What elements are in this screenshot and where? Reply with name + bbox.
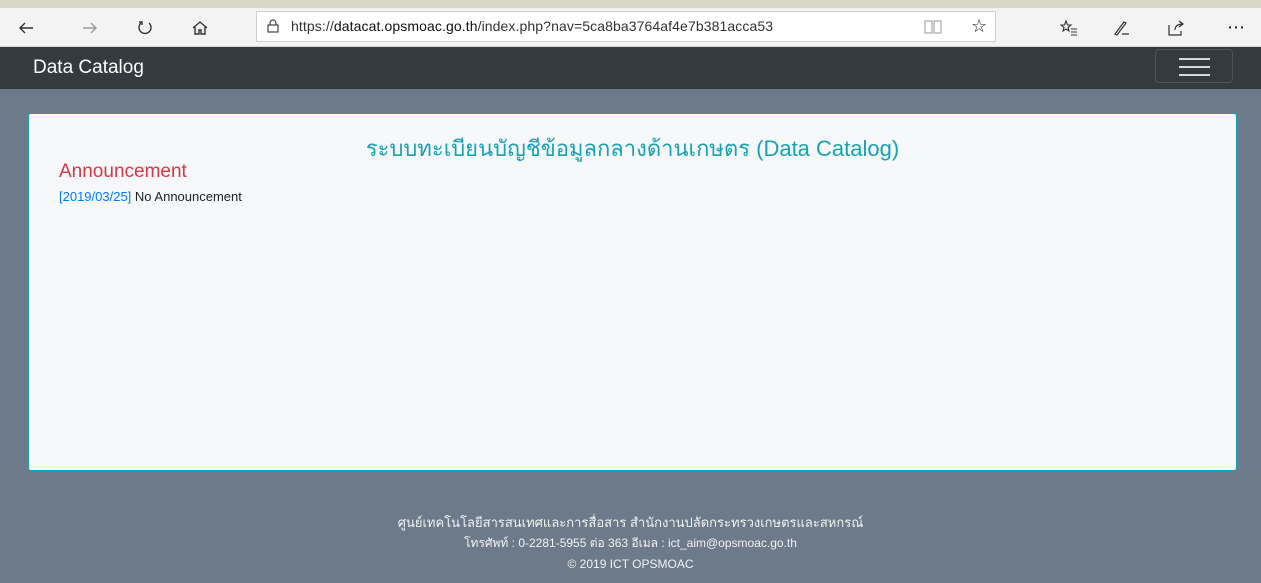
favorite-star-icon[interactable]: ☆ <box>971 16 987 37</box>
url-text[interactable]: https://datacat.opsmoac.go.th/index.php?… <box>291 18 773 34</box>
footer: ศูนย์เทคโนโลยีสารสนเทศและการสื่อสาร สำนั… <box>0 512 1261 575</box>
footer-copyright: © 2019 ICT OPSMOAC <box>567 557 694 571</box>
announcement-text: No Announcement <box>131 189 242 204</box>
forward-arrow-icon[interactable] <box>76 15 104 41</box>
footer-contact: โทรศัพท์ : 0-2281-5955 ต่อ 363 อีเมล : i… <box>464 536 797 550</box>
browser-toolbar: https://datacat.opsmoac.go.th/index.php?… <box>0 0 1261 47</box>
lock-icon <box>267 19 279 33</box>
announcement-heading: Announcement <box>59 161 187 182</box>
hamburger-icon-line <box>1179 74 1210 76</box>
hamburger-icon-line <box>1179 66 1210 68</box>
pen-notes-icon[interactable] <box>1107 15 1135 41</box>
announcement-item: [2019/03/25] No Announcement <box>59 189 242 204</box>
more-menu-icon[interactable]: ⋯ <box>1222 14 1250 40</box>
announcement-card: ระบบทะเบียนบัญชีข้อมูลกลางด้านเกษตร (Dat… <box>28 113 1237 471</box>
address-bar[interactable]: https://datacat.opsmoac.go.th/index.php?… <box>256 11 996 42</box>
reading-view-icon[interactable] <box>924 19 942 35</box>
home-icon[interactable] <box>186 15 214 41</box>
refresh-icon[interactable] <box>131 15 159 41</box>
page-title: ระบบทะเบียนบัญชีข้อมูลกลางด้านเกษตร (Dat… <box>365 136 900 161</box>
navbar: Data Catalog <box>0 47 1261 89</box>
back-arrow-icon[interactable] <box>12 15 40 41</box>
share-icon[interactable] <box>1162 15 1190 41</box>
announcement-date[interactable]: [2019/03/25] <box>59 189 131 204</box>
footer-organization: ศูนย์เทคโนโลยีสารสนเทศและการสื่อสาร สำนั… <box>397 515 864 530</box>
navbar-brand[interactable]: Data Catalog <box>33 57 144 79</box>
navbar-toggler-button[interactable] <box>1155 49 1233 83</box>
hamburger-icon <box>1179 58 1210 60</box>
favorites-list-icon[interactable] <box>1055 15 1083 41</box>
